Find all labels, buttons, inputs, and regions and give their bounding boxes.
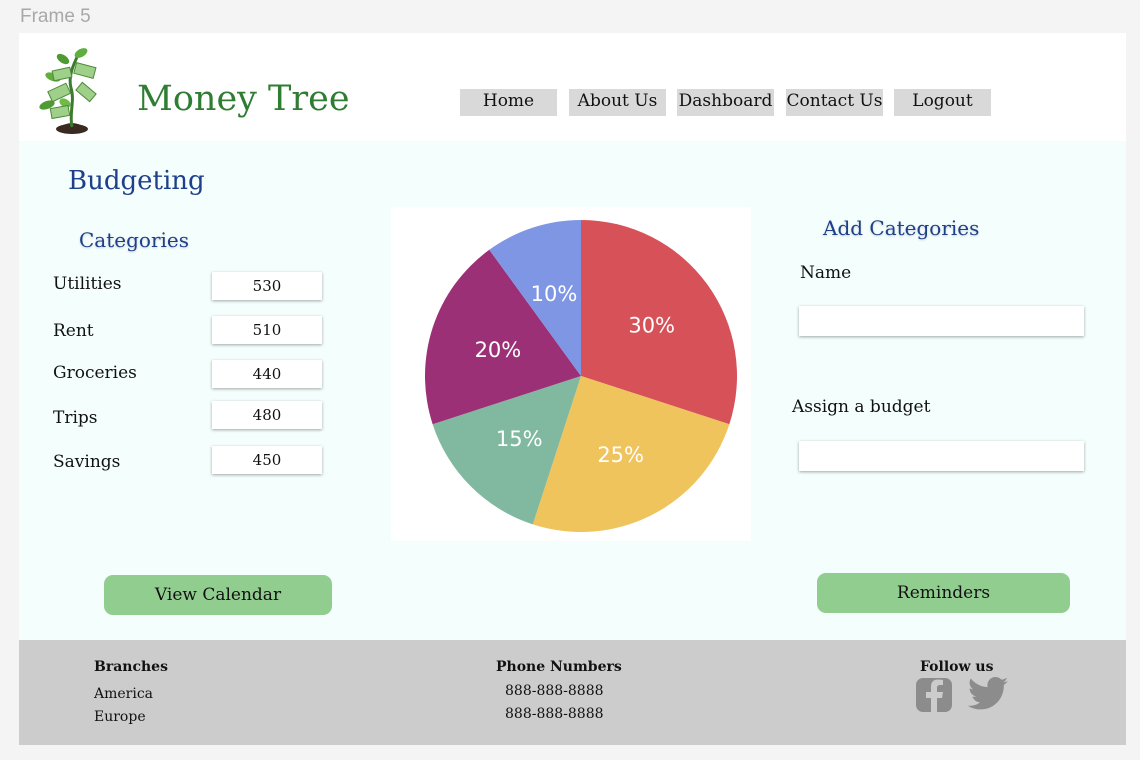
follow-us-title: Follow us: [920, 659, 994, 675]
header: Money Tree Home About Us Dashboard Conta…: [19, 33, 1126, 141]
pie-slice-label: 20%: [475, 338, 522, 362]
reminders-button[interactable]: Reminders: [817, 573, 1070, 613]
branch-item: Europe: [94, 709, 146, 725]
frame-label: Frame 5: [20, 6, 91, 27]
pie-slice-label: 15%: [496, 427, 543, 451]
category-value: 440: [212, 360, 322, 388]
category-value: 510: [212, 316, 322, 344]
phone-number: 888-888-8888: [505, 706, 604, 722]
nav-contact-us[interactable]: Contact Us: [786, 89, 883, 116]
pie-slice-label: 30%: [628, 314, 675, 338]
budget-pie-chart: 30% 25% 15% 20% 10%: [391, 207, 751, 541]
phone-number: 888-888-8888: [505, 683, 604, 699]
pie-slice-label: 25%: [597, 443, 644, 467]
category-label: Trips: [53, 408, 98, 428]
budget-input[interactable]: [799, 441, 1084, 471]
name-input[interactable]: [799, 306, 1084, 336]
nav-logout[interactable]: Logout: [894, 89, 991, 116]
category-label: Utilities: [53, 274, 122, 294]
pie-slice-label: 10%: [531, 282, 578, 306]
twitter-icon[interactable]: [967, 677, 1009, 713]
name-label: Name: [800, 263, 852, 283]
category-label: Savings: [53, 452, 121, 472]
category-value: 450: [212, 446, 322, 474]
view-calendar-button[interactable]: View Calendar: [104, 575, 332, 615]
nav-home[interactable]: Home: [460, 89, 557, 116]
pie-svg: 30% 25% 15% 20% 10%: [425, 220, 737, 532]
nav-about-us[interactable]: About Us: [569, 89, 666, 116]
add-categories-title: Add Categories: [823, 216, 980, 240]
category-label: Rent: [53, 321, 94, 341]
phone-numbers-title: Phone Numbers: [496, 659, 622, 675]
branches-title: Branches: [94, 659, 168, 675]
page-title: Budgeting: [68, 166, 205, 196]
nav-dashboard[interactable]: Dashboard: [677, 89, 774, 116]
main-content: Budgeting Categories Utilities 530 Rent …: [19, 141, 1126, 640]
money-tree-logo: [39, 48, 97, 134]
category-value: 530: [212, 272, 322, 300]
footer: Branches America Europe Phone Numbers 88…: [19, 640, 1126, 745]
brand-name: Money Tree: [137, 79, 350, 119]
branch-item: America: [94, 686, 154, 702]
category-label: Groceries: [53, 363, 137, 383]
category-value: 480: [212, 401, 322, 429]
facebook-icon[interactable]: [915, 677, 953, 713]
app-frame: Money Tree Home About Us Dashboard Conta…: [19, 33, 1126, 745]
budget-label: Assign a budget: [792, 397, 931, 417]
categories-title: Categories: [79, 228, 189, 252]
